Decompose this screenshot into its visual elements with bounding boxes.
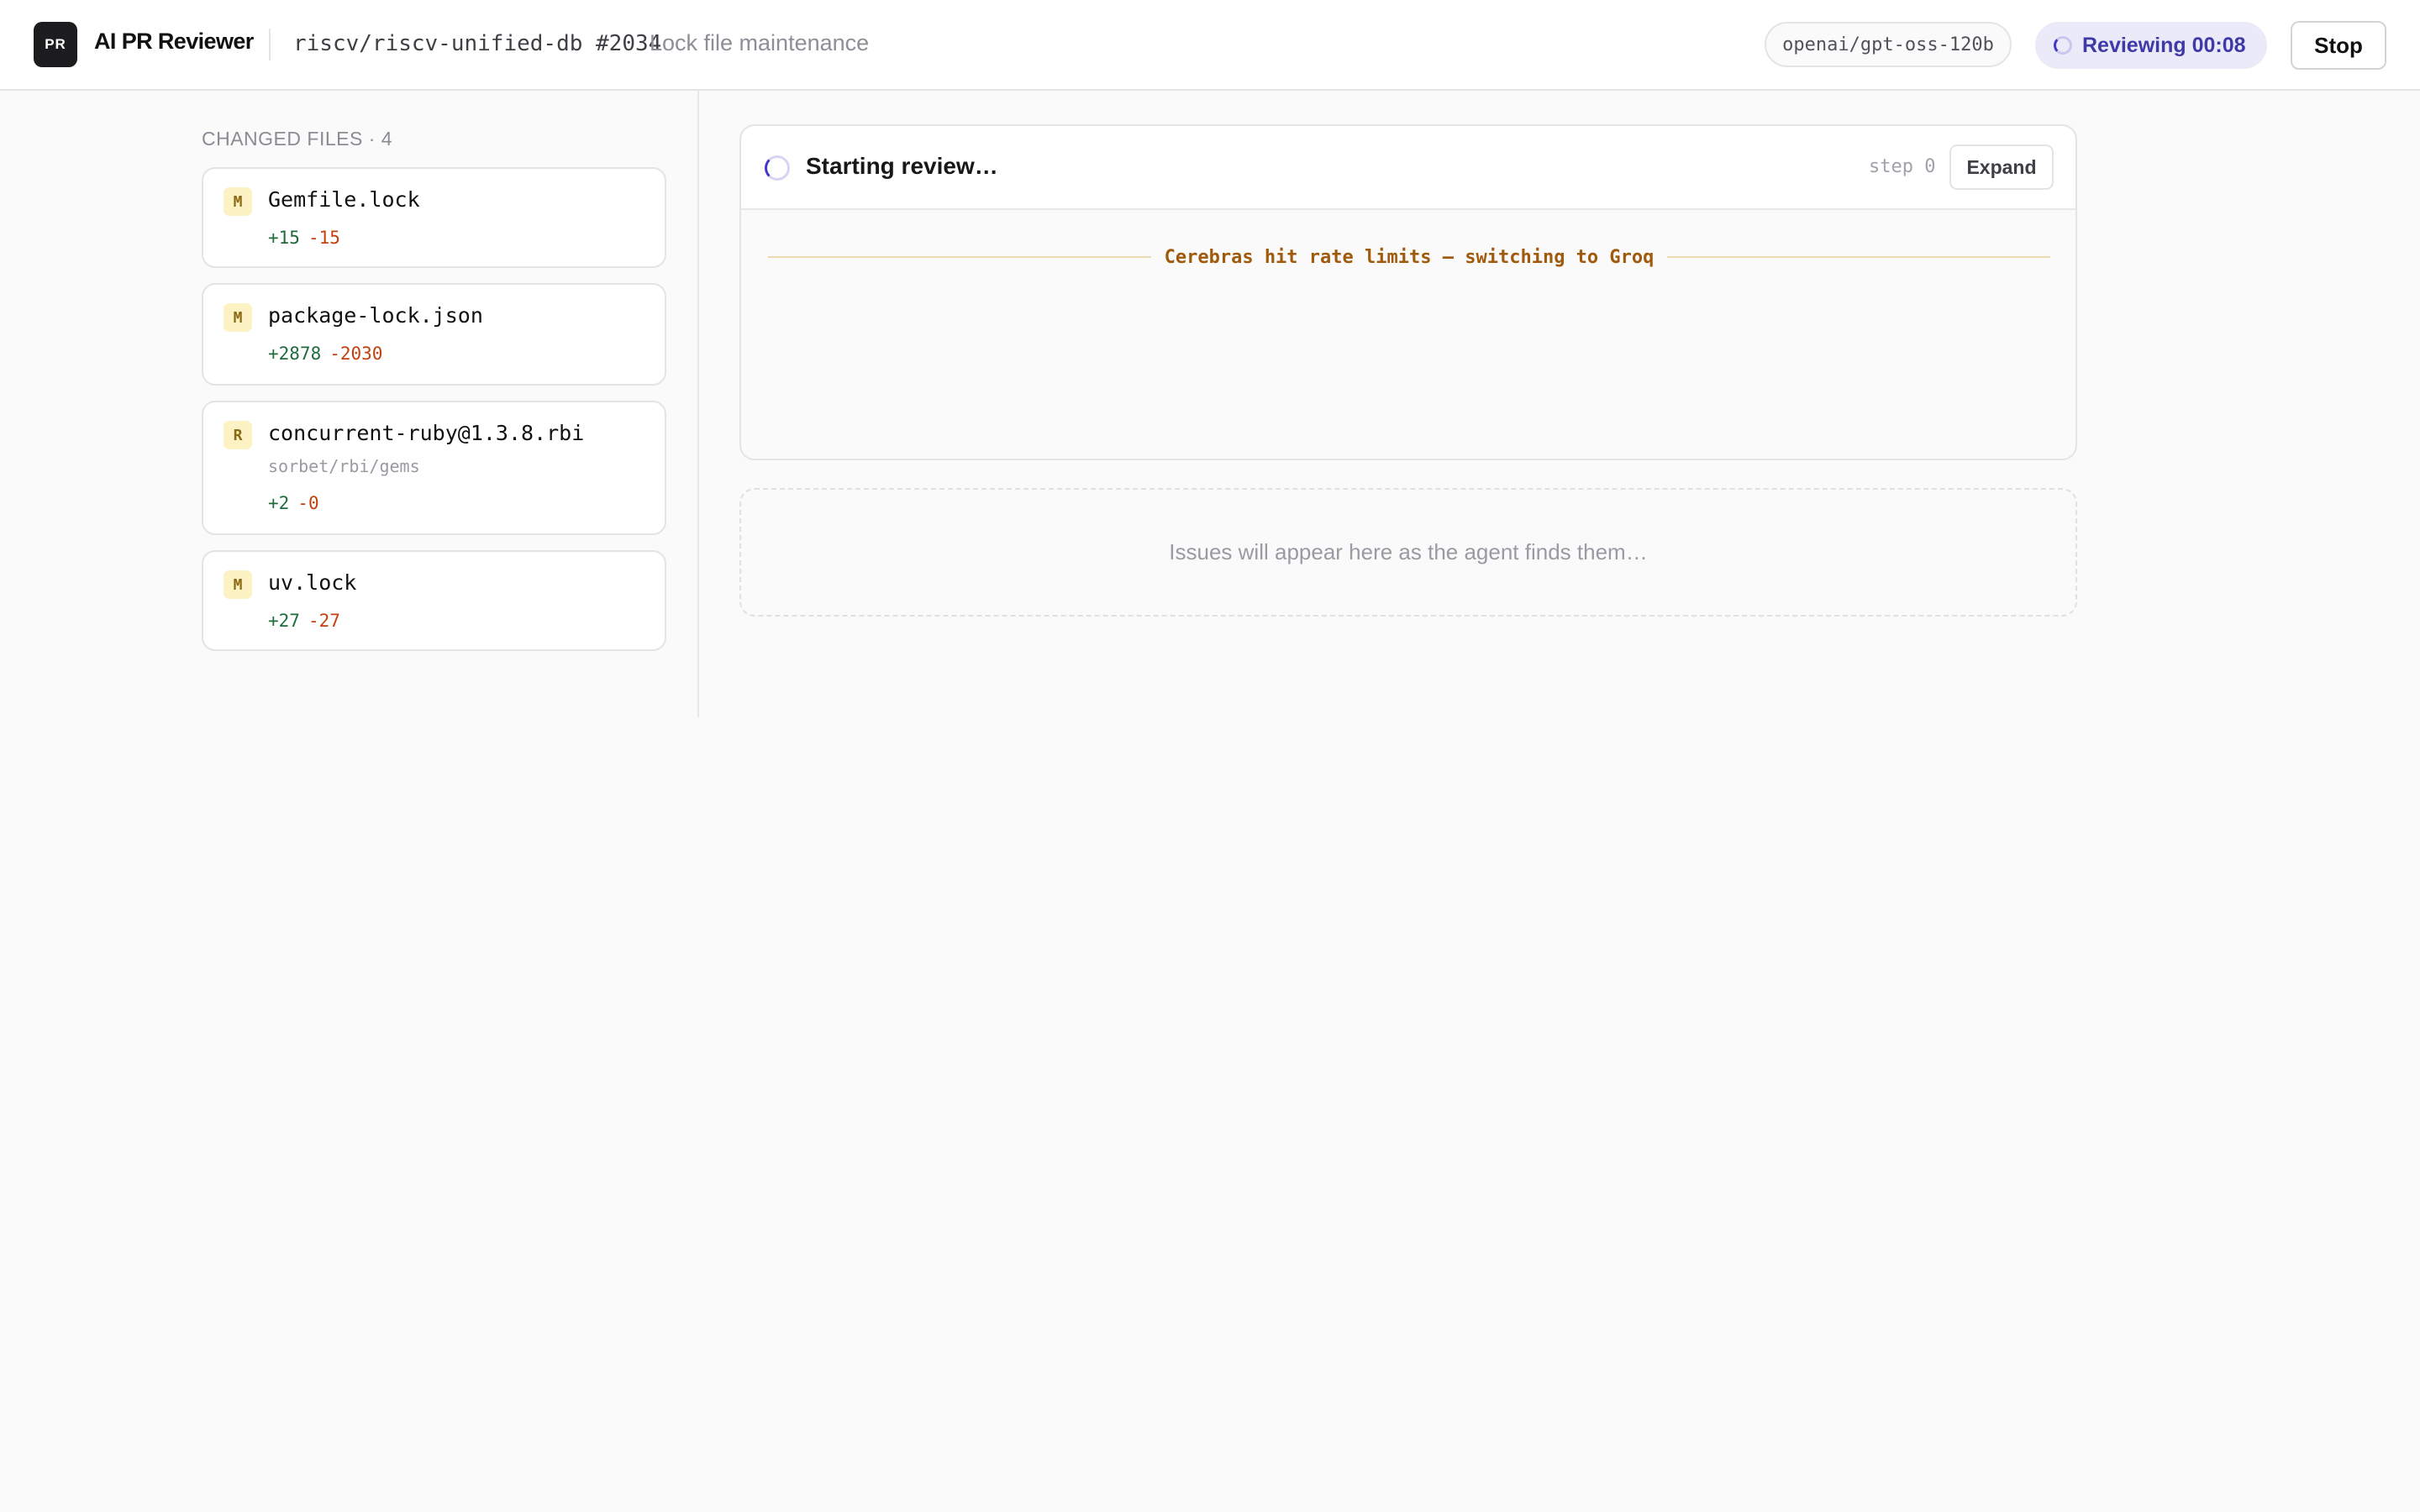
file-name: uv.lock bbox=[268, 570, 357, 595]
file-additions: +15 bbox=[268, 228, 300, 248]
provider-switch-notice: Cerebras hit rate limits — switching to … bbox=[768, 244, 2051, 270]
file-deletions: -2030 bbox=[329, 344, 383, 364]
file-name: Gemfile.lock bbox=[268, 187, 420, 212]
app-title: AI PR Reviewer bbox=[94, 29, 254, 54]
app-logo: PR bbox=[34, 22, 77, 67]
file-item-package-lock-json[interactable]: M package-lock.json +2878 -2030 bbox=[202, 283, 666, 386]
file-deletions: -15 bbox=[308, 228, 340, 248]
file-status-badge: M bbox=[224, 187, 252, 216]
file-diff-stats: +15 -15 bbox=[268, 228, 340, 248]
notice-divider-right bbox=[1667, 256, 2051, 258]
notice-divider-left bbox=[768, 256, 1151, 258]
file-name: concurrent-ruby@1.3.8.rbi bbox=[268, 421, 585, 445]
file-diff-stats: +27 -27 bbox=[268, 611, 340, 631]
file-status-badge: M bbox=[224, 303, 252, 332]
review-status-badge: Reviewing 00:08 bbox=[2035, 22, 2267, 69]
file-item-concurrent-ruby-rbi[interactable]: R concurrent-ruby@1.3.8.rbi sorbet/rbi/g… bbox=[202, 401, 666, 535]
stop-button[interactable]: Stop bbox=[2291, 21, 2386, 70]
file-deletions: -27 bbox=[308, 611, 340, 631]
file-diff-stats: +2878 -2030 bbox=[268, 344, 382, 364]
expand-button[interactable]: Expand bbox=[1949, 144, 2054, 190]
review-progress-panel: Starting review… step 0 Expand Cerebras … bbox=[739, 124, 2077, 460]
issues-placeholder: Issues will appear here as the agent fin… bbox=[739, 488, 2077, 617]
issues-placeholder-text: Issues will appear here as the agent fin… bbox=[1169, 539, 1648, 564]
model-name: openai/gpt-oss-120b bbox=[1782, 34, 1994, 55]
file-item-uv-lock[interactable]: M uv.lock +27 -27 bbox=[202, 550, 666, 651]
file-item-gemfile-lock[interactable]: M Gemfile.lock +15 -15 bbox=[202, 167, 666, 268]
file-name: package-lock.json bbox=[268, 303, 483, 328]
file-additions: +2 bbox=[268, 493, 290, 513]
sidebar-divider bbox=[697, 91, 699, 717]
review-status-timer: Reviewing 00:08 bbox=[2082, 33, 2246, 57]
file-status-badge: R bbox=[224, 421, 252, 449]
file-additions: +2878 bbox=[268, 344, 322, 364]
changed-files-heading: CHANGED FILES · 4 bbox=[202, 128, 393, 150]
notice-text: Cerebras hit rate limits — switching to … bbox=[1164, 246, 1655, 268]
file-status-badge: M bbox=[224, 570, 252, 599]
loading-spinner-icon bbox=[765, 155, 790, 181]
review-status-text: Starting review… bbox=[806, 153, 998, 179]
top-header: PR AI PR Reviewer riscv/riscv-unified-db… bbox=[0, 0, 2420, 91]
file-path: sorbet/rbi/gems bbox=[268, 456, 420, 476]
pr-title: Lock file maintenance bbox=[650, 30, 870, 55]
header-divider bbox=[269, 29, 271, 60]
step-counter: step 0 bbox=[1869, 156, 1936, 177]
file-additions: +27 bbox=[268, 611, 300, 631]
review-panel-header: Starting review… step 0 Expand bbox=[741, 126, 2075, 210]
repo-pr-reference[interactable]: riscv/riscv-unified-db #2034 bbox=[293, 31, 661, 56]
file-deletions: -0 bbox=[297, 493, 319, 513]
model-badge: openai/gpt-oss-120b bbox=[1765, 22, 2012, 67]
loading-spinner-icon bbox=[2054, 36, 2072, 55]
file-diff-stats: +2 -0 bbox=[268, 493, 319, 513]
